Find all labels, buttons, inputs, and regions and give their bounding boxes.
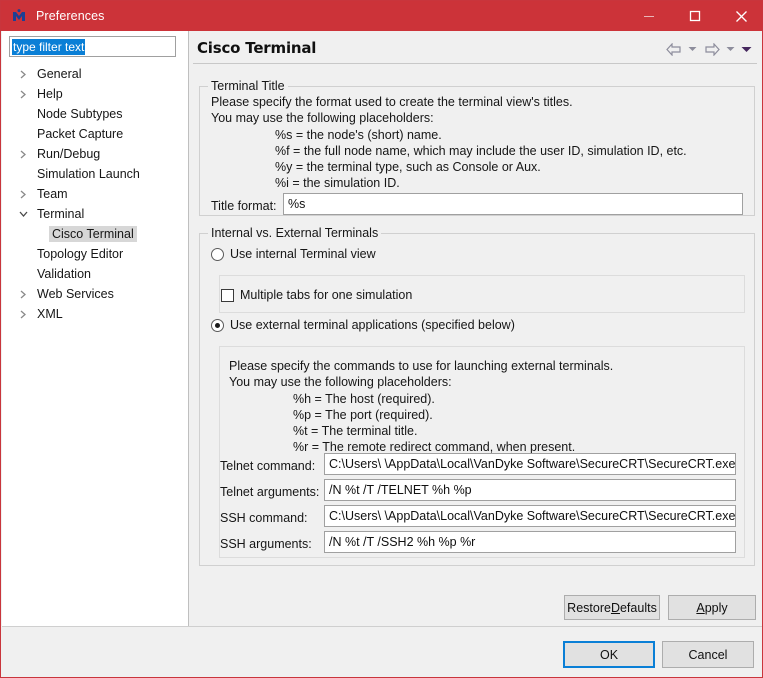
title-bar: Preferences <box>1 1 762 31</box>
window-title: Preferences <box>36 9 105 23</box>
sidebar-item-xml[interactable]: XML <box>2 304 188 324</box>
sidebar-item-label: XML <box>37 307 63 321</box>
sidebar-item-cisco-terminal[interactable]: Cisco Terminal <box>2 224 188 244</box>
back-history-chevron-down-icon[interactable] <box>686 40 699 58</box>
sidebar-item-label: Simulation Launch <box>37 167 140 181</box>
radio-indicator <box>211 247 224 261</box>
placeholder-i: %i = the simulation ID. <box>275 176 400 190</box>
radio-label: Use internal Terminal view <box>230 247 376 261</box>
terminal-title-group-legend: Terminal Title <box>208 79 288 93</box>
sidebar-item-label: Terminal <box>37 207 85 221</box>
placeholder-h: %h = The host (required). <box>293 392 435 406</box>
preferences-tree-panel: type filter text General Help Node Subty… <box>2 31 189 626</box>
chevron-right-icon[interactable] <box>18 310 28 319</box>
sidebar-item-team[interactable]: Team <box>2 184 188 204</box>
sidebar-item-web-services[interactable]: Web Services <box>2 284 188 304</box>
checkbox-label: Multiple tabs for one simulation <box>240 288 413 302</box>
sidebar-item-run-debug[interactable]: Run/Debug <box>2 144 188 164</box>
terminal-title-description-line1: Please specify the format used to create… <box>211 95 573 109</box>
title-format-input[interactable]: %s <box>283 193 743 215</box>
minimize-button[interactable] <box>626 1 672 31</box>
restore-defaults-label-post: efaults <box>619 600 657 615</box>
chevron-down-filled-icon[interactable] <box>740 40 753 58</box>
ssh-command-label: SSH command: <box>220 511 308 525</box>
ssh-arguments-input[interactable]: /N %t /T /SSH2 %h %p %r <box>324 531 736 553</box>
chevron-right-icon[interactable] <box>18 290 28 299</box>
arrow-left-icon[interactable] <box>664 40 683 58</box>
ssh-arguments-label: SSH arguments: <box>220 537 312 551</box>
ssh-command-input[interactable]: C:\Users\ \AppData\Local\VanDyke Softwar… <box>324 505 736 527</box>
terminal-title-description-line2: You may use the following placeholders: <box>211 111 434 125</box>
sidebar-item-help[interactable]: Help <box>2 84 188 104</box>
telnet-command-label: Telnet command: <box>220 459 316 473</box>
restore-defaults-mnemonic: D <box>610 600 620 615</box>
radio-label: Use external terminal applications (spec… <box>230 318 515 332</box>
restore-defaults-button[interactable]: Restore Defaults <box>564 595 660 620</box>
title-format-label: Title format: <box>211 199 277 213</box>
sidebar-item-label: Web Services <box>37 287 114 301</box>
external-description-line1: Please specify the commands to use for l… <box>229 359 614 373</box>
cancel-label: Cancel <box>688 647 728 662</box>
radio-use-external-terminal-applications[interactable]: Use external terminal applications (spec… <box>211 318 515 332</box>
external-description-line2: You may use the following placeholders: <box>229 375 452 389</box>
arrow-right-icon[interactable] <box>702 40 721 58</box>
chevron-right-icon[interactable] <box>18 90 28 99</box>
sidebar-item-label: Help <box>37 87 63 101</box>
ok-label: OK <box>599 647 619 662</box>
sidebar-item-node-subtypes[interactable]: Node Subtypes <box>2 104 188 124</box>
ok-button[interactable]: OK <box>563 641 655 668</box>
internal-external-group-legend: Internal vs. External Terminals <box>208 226 382 240</box>
page-navigation <box>664 40 753 58</box>
placeholder-p: %p = The port (required). <box>293 408 433 422</box>
chevron-right-icon[interactable] <box>18 190 28 199</box>
maximize-button[interactable] <box>672 1 718 31</box>
sidebar-item-label: Run/Debug <box>37 147 101 161</box>
sidebar-item-label: Team <box>37 187 68 201</box>
radio-indicator <box>211 318 224 332</box>
radio-use-internal-terminal-view[interactable]: Use internal Terminal view <box>211 247 376 261</box>
sidebar-item-label: Topology Editor <box>37 247 124 261</box>
sidebar-item-label: Validation <box>37 267 91 281</box>
placeholder-t: %t = The terminal title. <box>293 424 418 438</box>
apply-mnemonic: A <box>696 600 705 615</box>
filter-input[interactable]: type filter text <box>9 36 176 57</box>
restore-defaults-label-pre: Restore <box>567 600 611 615</box>
chevron-down-icon[interactable] <box>18 210 28 218</box>
cancel-button[interactable]: Cancel <box>662 641 754 668</box>
apply-label-post: pply <box>704 600 728 615</box>
placeholder-f: %f = the full node name, which may inclu… <box>275 144 687 158</box>
preferences-tree: General Help Node Subtypes Packet Captur… <box>2 64 188 324</box>
placeholder-y: %y = the terminal type, such as Console … <box>275 160 541 174</box>
page-title: Cisco Terminal <box>197 39 317 57</box>
sidebar-item-simulation-launch[interactable]: Simulation Launch <box>2 164 188 184</box>
checkbox-multiple-tabs[interactable]: Multiple tabs for one simulation <box>221 288 412 302</box>
telnet-command-input[interactable]: C:\Users\ \AppData\Local\VanDyke Softwar… <box>324 453 736 475</box>
sidebar-item-general[interactable]: General <box>2 64 188 84</box>
filter-input-value: type filter text <box>12 38 86 55</box>
sidebar-item-label: Packet Capture <box>37 127 124 141</box>
chevron-right-icon[interactable] <box>18 150 28 159</box>
placeholder-s: %s = the node's (short) name. <box>275 128 442 142</box>
sidebar-item-packet-capture[interactable]: Packet Capture <box>2 124 188 144</box>
telnet-arguments-label: Telnet arguments: <box>220 485 320 499</box>
app-logo-icon <box>10 7 28 25</box>
forward-history-chevron-down-icon[interactable] <box>724 40 737 58</box>
checkbox-indicator <box>221 288 234 302</box>
sidebar-item-validation[interactable]: Validation <box>2 264 188 284</box>
close-button[interactable] <box>718 1 762 31</box>
sidebar-item-terminal[interactable]: Terminal <box>2 204 188 224</box>
sidebar-item-label: Cisco Terminal <box>49 226 137 242</box>
sidebar-item-topology-editor[interactable]: Topology Editor <box>2 244 188 264</box>
sidebar-item-label: General <box>37 67 82 81</box>
apply-button[interactable]: Apply <box>668 595 756 620</box>
telnet-arguments-input[interactable]: /N %t /T /TELNET %h %p <box>324 479 736 501</box>
chevron-right-icon[interactable] <box>18 70 28 79</box>
title-separator <box>193 63 757 64</box>
sidebar-item-label: Node Subtypes <box>37 107 123 121</box>
preferences-dialog: Preferences type filter text General Hel… <box>0 0 763 678</box>
